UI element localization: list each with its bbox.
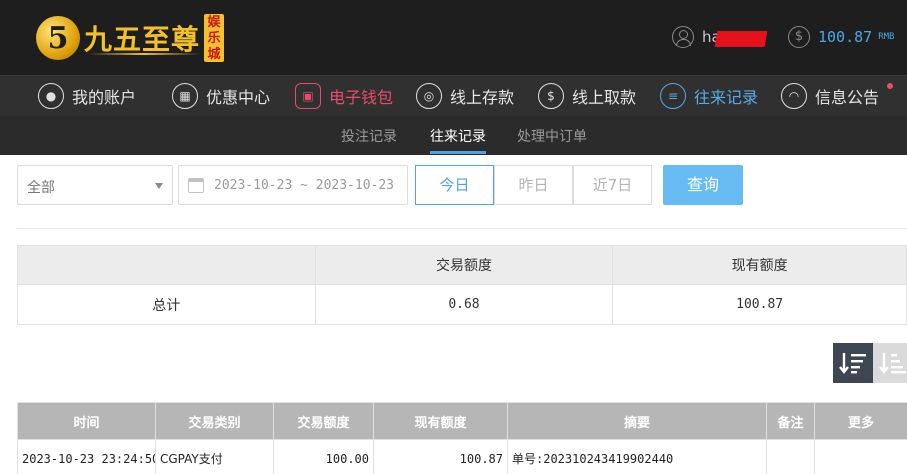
nav-item-label: 我的账户 xyxy=(72,88,137,107)
balance-unit: RMB xyxy=(878,32,895,42)
nav-item-label: 优惠中心 xyxy=(206,88,271,107)
logo-ornament xyxy=(88,53,200,55)
query-button[interactable]: 查询 xyxy=(663,165,743,205)
logo-badge: 5 xyxy=(36,16,80,60)
redaction-mark xyxy=(714,31,768,47)
cell-amount: 100.00 xyxy=(273,439,374,474)
column-header-summary[interactable]: 摘要 xyxy=(507,402,767,440)
sort-asc-button[interactable] xyxy=(873,343,907,383)
sort-desc-button[interactable] xyxy=(833,343,873,383)
nav-item-label: 电子钱包 xyxy=(329,88,394,107)
gift-icon: ▦ xyxy=(172,83,198,109)
records-icon: ≡ xyxy=(660,83,686,109)
divider xyxy=(17,228,907,229)
user-info[interactable]: ha xyxy=(672,26,721,48)
transaction-type-select[interactable]: 全部 xyxy=(17,165,173,205)
top-header: 5 九五至尊 娱乐城 ha $ 100.87 RMB xyxy=(0,0,907,75)
tab-transaction-records[interactable]: 往来记录 xyxy=(430,126,486,146)
summary-header-cell xyxy=(17,245,316,285)
cell-summary: 单号:202310243419902440 xyxy=(507,439,767,474)
summary-transaction-total: 0.68 xyxy=(314,284,614,325)
notification-dot xyxy=(887,83,893,89)
table-header-row: 时间 交易类别 交易额度 现有额度 摘要 备注 更多 xyxy=(17,402,907,440)
select-value: 全部 xyxy=(27,180,55,196)
summary-row: 总计 0.68 100.87 xyxy=(17,284,907,325)
summary-header-cell: 交易额度 xyxy=(314,245,614,285)
bell-icon: ◠ xyxy=(781,83,807,109)
column-header-more[interactable]: 更多 xyxy=(814,402,907,440)
summary-header-row: 交易额度 现有额度 xyxy=(17,245,907,285)
user-icon: ● xyxy=(38,83,64,109)
last-7-days-button[interactable]: 近7日 xyxy=(573,165,652,205)
tab-pending-orders[interactable]: 处理中订单 xyxy=(517,126,587,146)
withdraw-icon: $ xyxy=(538,83,564,109)
cell-note xyxy=(766,439,815,474)
user-icon xyxy=(672,26,694,48)
cell-time: 2023-10-23 23:24:50 xyxy=(17,439,156,474)
active-tab-indicator xyxy=(430,151,486,154)
sub-nav: 投注记录 往来记录 处理中订单 xyxy=(0,116,907,155)
tab-bet-records[interactable]: 投注记录 xyxy=(341,126,397,146)
nav-item-label: 线上取款 xyxy=(572,88,637,107)
summary-label: 总计 xyxy=(17,284,316,325)
summary-table: 交易额度 现有额度 总计 0.68 100.87 xyxy=(17,245,907,325)
nav-item-label: 信息公告 xyxy=(815,88,880,107)
deposit-icon: ◎ xyxy=(416,83,442,109)
balance-value: 100.87 xyxy=(818,28,873,46)
today-button[interactable]: 今日 xyxy=(415,165,494,205)
summary-header-cell: 现有额度 xyxy=(612,245,907,285)
summary-current-balance: 100.87 xyxy=(612,284,907,325)
coin-icon: $ xyxy=(788,26,810,48)
date-range-input[interactable]: 2023-10-23 ~ 2023-10-23 xyxy=(178,165,408,205)
column-header-note[interactable]: 备注 xyxy=(766,402,815,440)
transaction-table: 时间 交易类别 交易额度 现有额度 摘要 备注 更多 2023-10-23 23… xyxy=(17,402,907,474)
balance-info: $ 100.87 RMB xyxy=(788,26,894,48)
nav-item-wallet[interactable]: ▣ 电子钱包 xyxy=(295,81,393,111)
nav-item-withdraw[interactable]: $ 线上取款 xyxy=(538,81,636,111)
date-range-value: 2023-10-23 ~ 2023-10-23 xyxy=(214,177,395,193)
nav-item-account[interactable]: ● 我的账户 xyxy=(38,81,136,111)
column-header-time[interactable]: 时间 xyxy=(17,402,156,440)
table-row[interactable]: 2023-10-23 23:24:50 CGPAY支付 100.00 100.8… xyxy=(17,439,907,474)
wallet-icon: ▣ xyxy=(295,83,321,109)
nav-item-promotions[interactable]: ▦ 优惠中心 xyxy=(172,81,270,111)
yesterday-button[interactable]: 昨日 xyxy=(494,165,573,205)
column-header-amount[interactable]: 交易额度 xyxy=(273,402,374,440)
site-logo[interactable]: 5 九五至尊 娱乐城 xyxy=(36,10,225,66)
nav-item-deposit[interactable]: ◎ 线上存款 xyxy=(416,81,514,111)
logo-text: 九五至尊 xyxy=(84,23,201,56)
page: 5 九五至尊 娱乐城 ha $ 100.87 RMB ● 我的账户 ▦ 优惠中心… xyxy=(0,0,907,474)
sort-desc-icon xyxy=(839,353,866,374)
cell-type: CGPAY支付 xyxy=(155,439,274,474)
nav-item-announcements[interactable]: ◠ 信息公告 xyxy=(781,81,879,111)
caret-down-icon xyxy=(155,183,163,189)
nav-item-label: 线上存款 xyxy=(450,88,515,107)
sort-asc-icon xyxy=(879,353,906,374)
column-header-type[interactable]: 交易类别 xyxy=(155,402,274,440)
cell-more[interactable] xyxy=(814,439,907,474)
nav-item-label: 往来记录 xyxy=(694,88,759,107)
nav-item-records[interactable]: ≡ 往来记录 xyxy=(660,81,758,111)
logo-tag: 娱乐城 xyxy=(204,14,225,62)
calendar-icon xyxy=(188,177,204,193)
column-header-balance[interactable]: 现有额度 xyxy=(373,402,508,440)
main-nav: ● 我的账户 ▦ 优惠中心 ▣ 电子钱包 ◎ 线上存款 $ 线上取款 ≡ 往来记… xyxy=(0,75,907,116)
cell-balance: 100.87 xyxy=(373,439,508,474)
